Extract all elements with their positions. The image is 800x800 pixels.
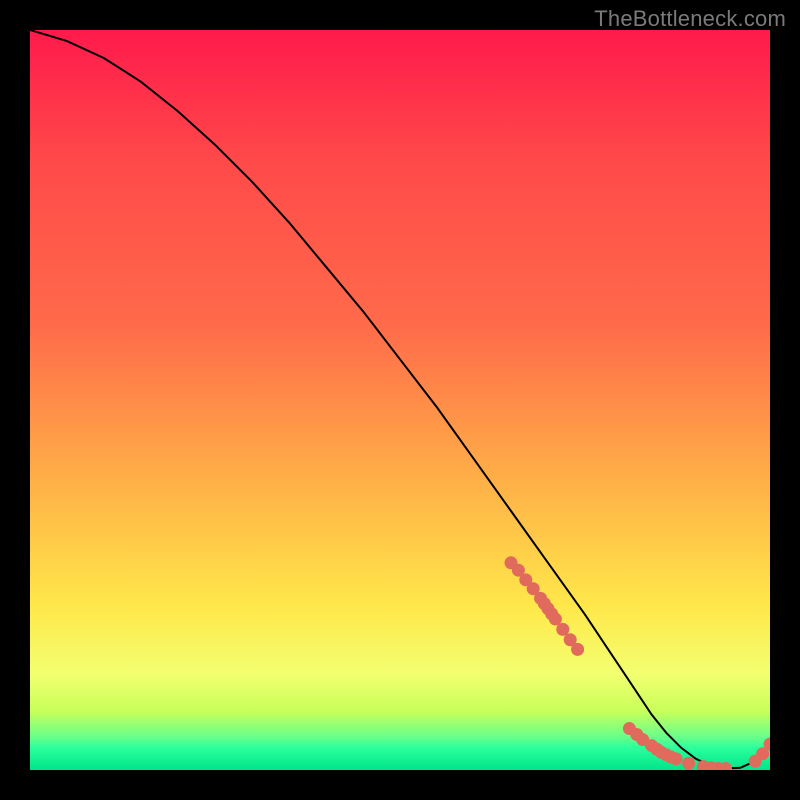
chart-container [30, 30, 770, 770]
data-dot [670, 752, 683, 765]
bottleneck-curve [30, 30, 770, 769]
chart-plot-area [30, 30, 770, 770]
data-dot [571, 643, 584, 656]
watermark-text: TheBottleneck.com [594, 6, 786, 32]
data-dots-group [505, 556, 771, 770]
data-dot [682, 757, 695, 770]
chart-curve-layer [30, 30, 770, 770]
